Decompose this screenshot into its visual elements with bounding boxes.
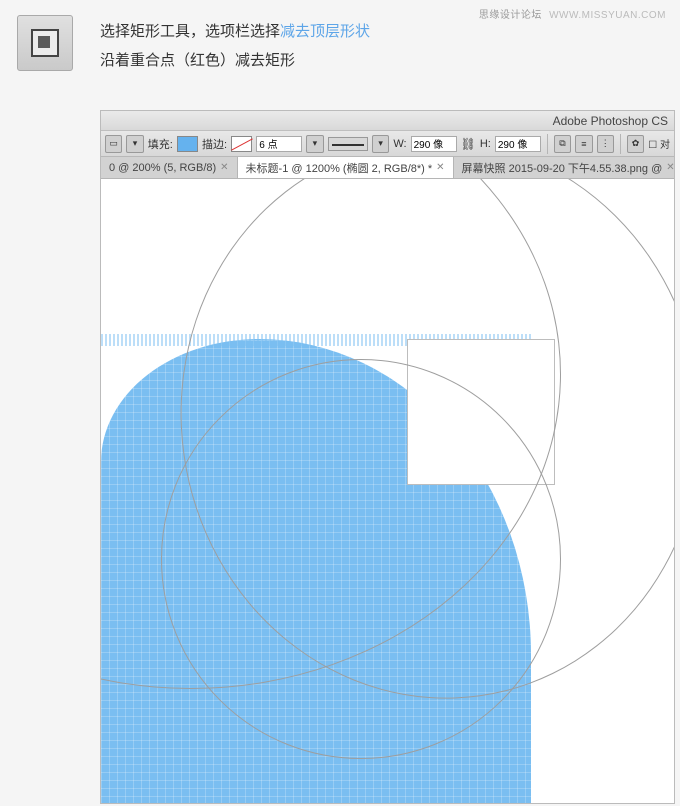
- link-wh-icon[interactable]: ⛓: [461, 137, 476, 151]
- tab-doc-1[interactable]: 0 @ 200% (5, RGB/8) ✕: [101, 157, 238, 178]
- app-title: Adobe Photoshop CS: [553, 114, 668, 128]
- instruction-line-2: 沿着重合点（红色）减去矩形: [100, 47, 370, 76]
- stroke-style-dropdown-icon[interactable]: ▾: [372, 135, 389, 153]
- highlight-text: 减去顶层形状: [280, 23, 370, 40]
- shape-mode-dropdown[interactable]: ▾: [126, 135, 143, 153]
- ellipse-path-inner: [161, 359, 561, 759]
- path-alignment-icon[interactable]: ≡: [575, 135, 592, 153]
- watermark-url: WWW.MISSYUAN.COM: [549, 10, 666, 21]
- stroke-label: 描边:: [202, 136, 227, 152]
- close-icon[interactable]: ✕: [220, 162, 228, 173]
- instruction-line-1: 选择矩形工具，选项栏选择减去顶层形状: [100, 18, 370, 47]
- canvas-area[interactable]: [101, 179, 674, 804]
- fill-label: 填充:: [148, 136, 173, 152]
- rectangle-tool-icon: [17, 15, 73, 71]
- tab-doc-3[interactable]: 屏幕快照 2015-09-20 下午4.55.38.png @ ✕: [454, 157, 674, 178]
- watermark-site: 思缘设计论坛: [479, 10, 542, 21]
- stroke-color-swatch[interactable]: [231, 136, 252, 152]
- height-label: H:: [480, 138, 491, 150]
- fill-color-swatch[interactable]: [177, 136, 198, 152]
- width-input[interactable]: [411, 136, 457, 152]
- path-operations-icon[interactable]: ⧉: [554, 135, 571, 153]
- shape-tool-preset-icon[interactable]: ▭: [105, 135, 122, 153]
- stroke-dropdown-icon[interactable]: ▾: [306, 135, 323, 153]
- document-tabs: 0 @ 200% (5, RGB/8) ✕ 未标题-1 @ 1200% (椭圆 …: [101, 157, 674, 179]
- tutorial-instructions: 选择矩形工具，选项栏选择减去顶层形状 沿着重合点（红色）减去矩形: [100, 18, 370, 75]
- photoshop-window: Adobe Photoshop CS ▭ ▾ 填充: 描边: ▾ ▾ W: ⛓ …: [100, 110, 675, 804]
- width-label: W:: [393, 138, 406, 150]
- align-checkbox[interactable]: ☐ 对: [648, 136, 670, 151]
- stroke-style-picker[interactable]: [328, 137, 368, 151]
- height-input[interactable]: [495, 136, 541, 152]
- path-arrangement-icon[interactable]: ⋮: [597, 135, 614, 153]
- ps-options-bar: ▭ ▾ 填充: 描边: ▾ ▾ W: ⛓ H: ⧉ ≡ ⋮ ✿ ☐ 对: [101, 131, 674, 157]
- tab-doc-2[interactable]: 未标题-1 @ 1200% (椭圆 2, RGB/8*) * ✕: [238, 157, 454, 179]
- stroke-width-input[interactable]: [256, 136, 302, 152]
- close-icon[interactable]: ✕: [436, 162, 444, 173]
- gear-icon[interactable]: ✿: [627, 135, 644, 153]
- watermark: 思缘设计论坛 WWW.MISSYUAN.COM: [479, 6, 666, 21]
- close-icon[interactable]: ✕: [666, 162, 674, 173]
- ps-titlebar: Adobe Photoshop CS: [101, 111, 674, 131]
